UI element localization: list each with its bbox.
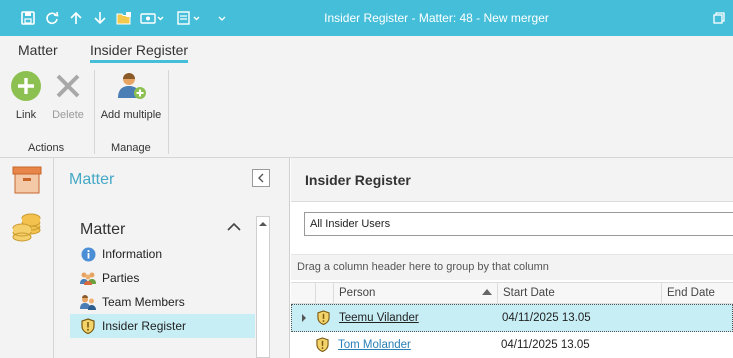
add-circle-icon — [10, 71, 42, 105]
team-members-icon — [80, 294, 96, 310]
scroll-up-icon[interactable] — [257, 217, 269, 231]
grid-header: Person Start Date End Date — [291, 282, 733, 304]
start-date-cell: 04/11/2025 13.05 — [501, 339, 590, 351]
person-link[interactable]: Teemu Vilander — [339, 312, 419, 324]
person-cell[interactable]: Teemu Vilander — [339, 305, 419, 331]
module-rail — [0, 158, 54, 358]
insider-shield-icon — [316, 337, 329, 355]
page-title: Insider Register — [305, 172, 411, 188]
delete-button[interactable]: Delete — [48, 70, 88, 121]
tab-insider-register[interactable]: Insider Register — [90, 42, 189, 63]
table-row[interactable]: Tom Molander 04/11/2025 13.05 — [291, 332, 733, 358]
parties-icon — [80, 270, 96, 286]
nav-item-team-members[interactable]: Team Members — [70, 290, 255, 314]
insider-shield-icon — [80, 318, 96, 334]
start-date-cell: 04/11/2025 13.05 — [502, 312, 591, 324]
link-label: Link — [15, 109, 37, 121]
column-header-start-date[interactable]: Start Date — [497, 283, 662, 303]
nav-item-label: Team Members — [102, 295, 185, 309]
main-header: Insider Register — [291, 158, 733, 202]
indicator-header — [315, 283, 333, 303]
group-label-actions: Actions — [28, 142, 65, 154]
add-multiple-label: Add multiple — [100, 109, 162, 121]
add-multiple-button[interactable]: Add multiple — [100, 70, 162, 121]
nav-section-title[interactable]: Matter — [80, 221, 125, 239]
group-separator — [94, 70, 95, 154]
nav-scrollbar[interactable] — [256, 216, 270, 358]
sort-ascending-icon — [482, 283, 492, 303]
delete-x-icon — [52, 74, 84, 105]
person-link[interactable]: Tom Molander — [338, 339, 411, 351]
coins-icon[interactable] — [11, 210, 43, 245]
nav-item-information[interactable]: Information — [70, 242, 255, 266]
row-indicator — [291, 332, 315, 358]
collapse-panel-button[interactable] — [252, 169, 270, 187]
group-label-manage: Manage — [111, 142, 151, 154]
chevron-left-icon — [258, 173, 264, 183]
column-header-end-date[interactable]: End Date — [661, 283, 733, 303]
column-header-label: Person — [339, 287, 376, 299]
group-by-panel[interactable]: Drag a column header here to group by th… — [291, 254, 733, 280]
person-cell[interactable]: Tom Molander — [338, 332, 411, 358]
column-header-person[interactable]: Person — [333, 283, 498, 303]
table-row[interactable]: Teemu Vilander 04/11/2025 13.05 — [291, 304, 733, 332]
insider-shield-icon — [317, 310, 330, 328]
row-indicator-icon — [292, 305, 316, 331]
info-icon — [80, 246, 96, 262]
nav-header: Matter — [69, 171, 115, 188]
nav-item-label: Parties — [102, 271, 140, 285]
chevron-up-icon[interactable] — [227, 221, 241, 235]
nav-item-parties[interactable]: Parties — [70, 266, 255, 290]
group-by-hint: Drag a column header here to group by th… — [297, 261, 549, 273]
nav-item-label: Information — [102, 247, 163, 261]
nav-item-label: Insider Register — [102, 319, 187, 333]
link-button[interactable]: Link — [8, 70, 44, 121]
restore-icon[interactable] — [705, 0, 733, 36]
title-bar: Insider Register - Matter: 48 - New merg… — [0, 0, 733, 36]
matter-box-icon[interactable] — [12, 166, 42, 197]
insider-filter-select[interactable]: All Insider Users — [304, 212, 733, 236]
window-title: Insider Register - Matter: 48 - New merg… — [324, 11, 549, 25]
add-person-icon — [114, 73, 148, 105]
group-separator — [168, 70, 169, 154]
ribbon-tabs: Matter Insider Register — [0, 36, 733, 64]
navigation-panel: Matter Matter Information Parties Team M… — [54, 158, 290, 358]
main-panel: Insider Register All Insider Users Drag … — [291, 158, 733, 358]
delete-label: Delete — [52, 109, 84, 121]
nav-item-insider-register[interactable]: Insider Register — [70, 314, 255, 338]
tab-matter[interactable]: Matter — [18, 42, 58, 58]
ribbon: Link Delete Actions Add multiple Manage — [0, 64, 733, 158]
